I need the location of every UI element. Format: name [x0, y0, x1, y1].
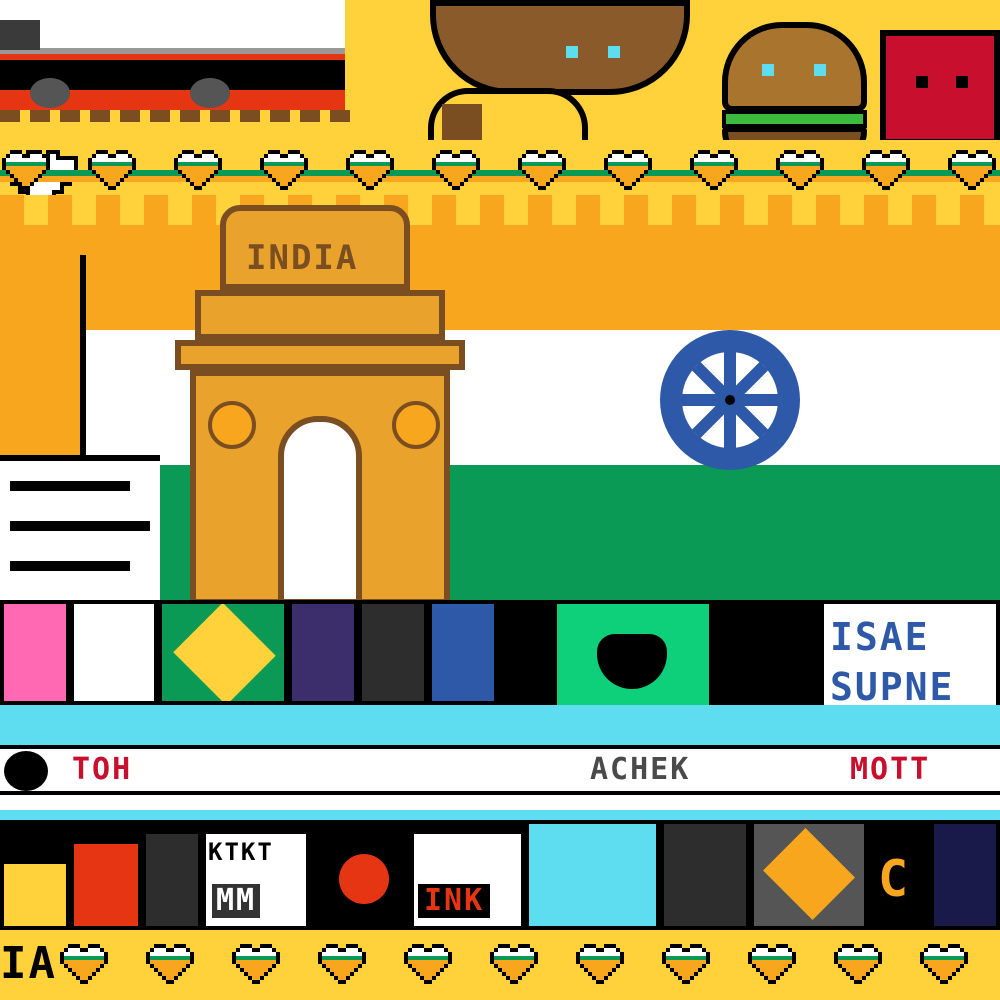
tile-leaf [158, 600, 288, 705]
heart-icon [174, 150, 230, 190]
pixel-canvas[interactable]: INDIA ISAE SUPNE TOH ACHEK MOTT KTKT MM … [0, 0, 1000, 1000]
heart-icon [518, 150, 574, 190]
heart-icon [862, 150, 918, 190]
tile-flowers [713, 600, 820, 720]
tile-heart [0, 600, 70, 705]
tile-fox-mask [750, 820, 868, 930]
heart-icon [318, 944, 374, 984]
tile-mk [142, 830, 202, 930]
india-gate: INDIA [175, 205, 465, 605]
heart-icon [576, 944, 632, 984]
tile-c: C [868, 820, 930, 930]
tile-purple [288, 600, 358, 705]
heart-icon [404, 944, 460, 984]
tile-emblem [310, 830, 410, 930]
badge-icon [4, 751, 48, 791]
heart-icon [834, 944, 890, 984]
heart-icon [2, 150, 58, 190]
tile-anime [525, 820, 660, 930]
heart-icon [604, 150, 660, 190]
ashoka-chakra-icon [660, 330, 800, 470]
banner-right: MOTT [850, 752, 931, 787]
heart-icon [920, 944, 976, 984]
tile-isae-line2: SUPNE [830, 665, 955, 709]
heart-icon [690, 150, 746, 190]
rails [0, 110, 350, 122]
tile-checker [70, 600, 158, 705]
bottom-left-text: IA [0, 938, 57, 989]
heart-icon [60, 944, 116, 984]
tile-ink-text: INK [418, 884, 491, 918]
heart-icon [88, 150, 144, 190]
gate-inscription: INDIA [246, 238, 359, 278]
tile-robot [660, 820, 750, 930]
heart-icon [232, 944, 288, 984]
heart-icon [432, 150, 488, 190]
drink-icon [880, 30, 1000, 145]
heart-icon [662, 944, 718, 984]
tile-c-text: C [878, 850, 911, 908]
heart-icon [748, 944, 804, 984]
train-car [0, 0, 345, 115]
heart-icon [146, 944, 202, 984]
tile-ktkt-line1: KTKT [208, 838, 274, 866]
banner-mid: ACHEK [590, 752, 691, 787]
tile-person [428, 600, 498, 705]
tile-cat [0, 860, 70, 930]
tile-green-heart [553, 600, 713, 720]
tile-ktkt-line2: MM [212, 884, 261, 918]
heart-icon [948, 150, 1000, 190]
tile-skeleton [498, 600, 553, 705]
tile-isae: ISAE SUPNE [820, 600, 1000, 720]
tile-ktkt: KTKT MM [202, 830, 310, 930]
tile-isae-line1: ISAE [830, 615, 930, 659]
banner-left: TOH [72, 752, 133, 787]
heart-icon [260, 150, 316, 190]
tile-bird [930, 820, 1000, 930]
heart-icon [490, 944, 546, 984]
heart-icon [346, 150, 402, 190]
tile-fox-orange [70, 840, 142, 930]
tiger-icon [0, 255, 160, 606]
tile-ink: INK [410, 830, 525, 930]
banner-row: TOH ACHEK MOTT [0, 745, 1000, 795]
dumpling-icon [430, 0, 690, 95]
tiles-row-bottom: KTKT MM INK C [0, 820, 1000, 930]
flag-scallop [0, 195, 1000, 225]
heart-row-bottom: IA [0, 930, 1000, 1000]
tile-fox [358, 600, 428, 705]
heart-icon [776, 150, 832, 190]
